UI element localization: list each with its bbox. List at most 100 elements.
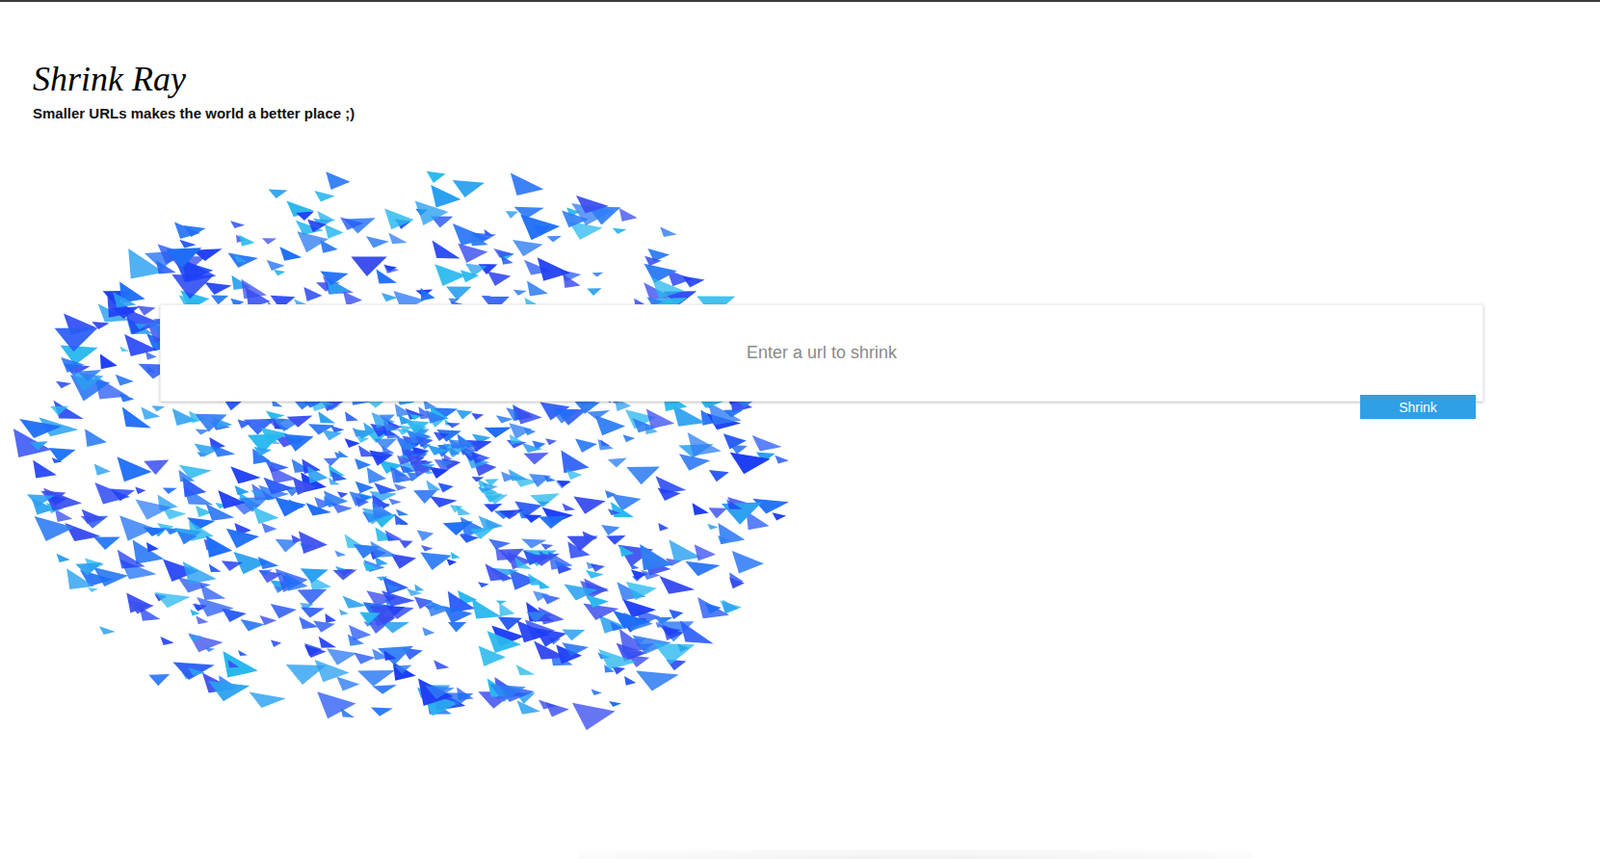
triangle — [261, 427, 289, 446]
triangle — [506, 440, 527, 449]
triangle — [156, 260, 177, 274]
triangle — [134, 487, 146, 496]
triangle — [314, 497, 333, 510]
triangle — [415, 436, 434, 448]
triangle — [314, 190, 335, 203]
triangle — [560, 450, 589, 474]
triangle — [419, 460, 433, 466]
triangle — [532, 611, 553, 622]
triangle — [194, 444, 222, 458]
triangle — [548, 550, 573, 570]
triangle — [537, 500, 551, 506]
triangle — [382, 426, 397, 436]
shrink-button[interactable]: Shrink — [1360, 394, 1476, 420]
triangle — [60, 357, 84, 373]
triangle — [509, 422, 533, 440]
triangle — [426, 171, 446, 184]
triangle — [495, 547, 514, 561]
triangle — [646, 408, 675, 429]
triangle — [273, 269, 286, 277]
triangle — [418, 406, 436, 420]
triangle — [457, 243, 488, 263]
triangle — [367, 547, 387, 561]
triangle — [396, 439, 417, 451]
triangle — [431, 686, 466, 711]
triangle — [119, 515, 156, 542]
triangle — [396, 428, 412, 435]
triangle — [665, 558, 682, 567]
triangle — [448, 439, 474, 449]
triangle — [494, 510, 517, 520]
triangle — [356, 436, 369, 444]
triangle — [362, 511, 384, 524]
triangle — [79, 569, 113, 587]
triangle — [585, 570, 604, 579]
triangle — [525, 602, 554, 623]
triangle — [273, 586, 286, 594]
triangle — [447, 298, 460, 305]
url-input[interactable] — [176, 341, 1468, 365]
triangle — [153, 530, 165, 538]
triangle — [477, 487, 491, 494]
triangle — [600, 440, 610, 447]
triangle — [154, 592, 190, 608]
triangle — [619, 616, 647, 633]
triangle — [112, 291, 136, 308]
triangle — [328, 477, 341, 486]
triangle — [317, 411, 336, 424]
triangle — [117, 550, 146, 570]
triangle — [326, 648, 357, 666]
triangle — [512, 239, 544, 257]
triangle — [458, 440, 479, 454]
triangle — [555, 480, 571, 489]
triangle — [172, 408, 198, 426]
triangle — [524, 260, 552, 276]
triangle — [335, 566, 348, 574]
triangle — [334, 451, 345, 459]
triangle — [233, 551, 268, 575]
triangle — [268, 189, 289, 199]
triangle — [124, 308, 162, 336]
triangle — [489, 568, 519, 580]
triangle — [418, 678, 453, 707]
triangle — [435, 447, 452, 458]
triangle — [337, 492, 349, 499]
triangle — [598, 439, 615, 451]
triangle — [498, 509, 525, 520]
triangle — [414, 584, 424, 593]
triangle — [399, 454, 418, 464]
triangle — [162, 488, 178, 495]
triangle — [672, 404, 707, 427]
triangle — [103, 290, 133, 305]
triangle — [626, 581, 657, 601]
triangle — [498, 616, 523, 630]
triangle — [49, 447, 77, 463]
triangle — [416, 209, 429, 216]
triangle — [624, 676, 636, 686]
triangle — [405, 408, 425, 420]
triangle — [430, 602, 448, 611]
triangle — [206, 535, 233, 558]
triangle — [206, 503, 236, 522]
triangle — [382, 576, 409, 595]
triangle — [308, 575, 332, 592]
triangle — [677, 644, 689, 653]
triangle — [566, 207, 580, 217]
tagline: Smaller URLs makes the world a better pl… — [32, 104, 355, 124]
triangle — [381, 622, 411, 633]
triangle — [561, 210, 589, 229]
triangle — [371, 649, 390, 661]
triangle — [363, 559, 385, 573]
triangle — [272, 418, 304, 432]
triangle — [215, 502, 229, 509]
triangle — [426, 696, 452, 715]
triangle — [87, 587, 99, 593]
triangle — [330, 471, 347, 483]
triangle — [140, 407, 160, 420]
triangle — [381, 292, 398, 302]
triangle — [32, 460, 57, 479]
triangle — [349, 491, 371, 506]
triangle — [135, 498, 173, 520]
triangle — [338, 568, 354, 577]
triangle — [119, 282, 146, 304]
